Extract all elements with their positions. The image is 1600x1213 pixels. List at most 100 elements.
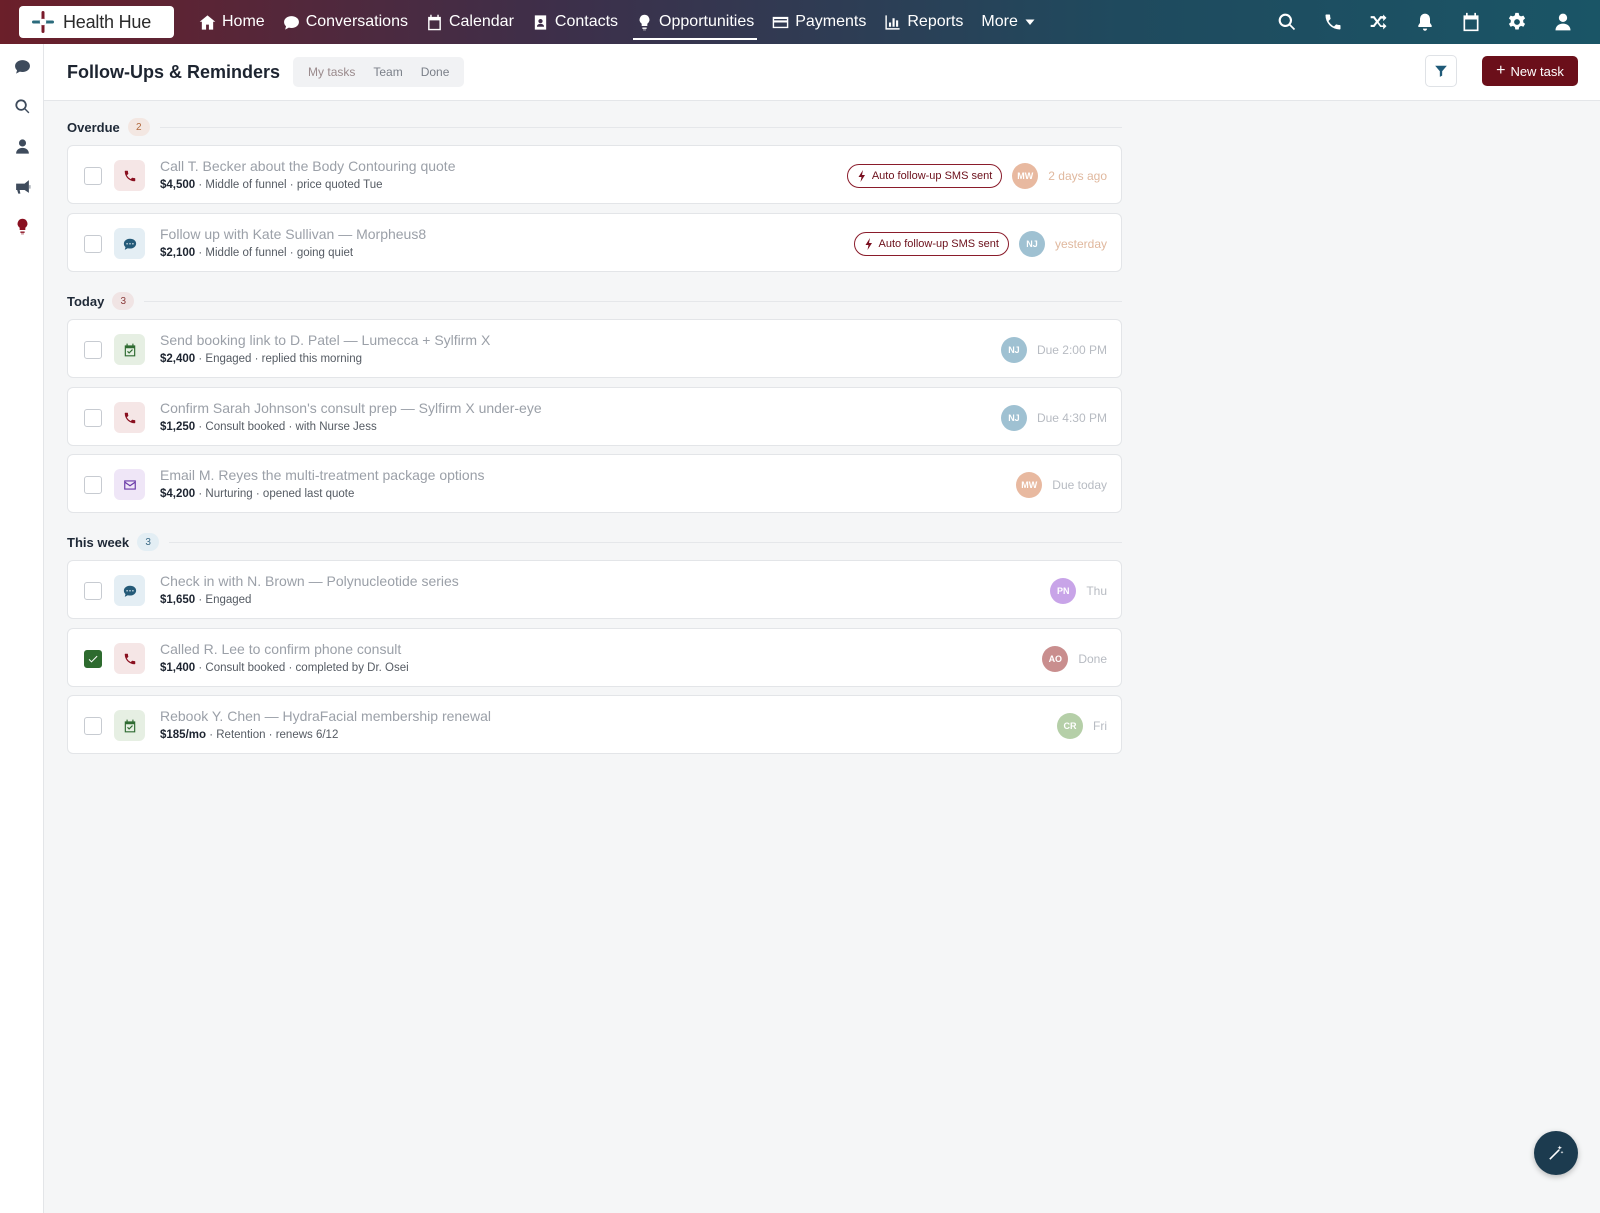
caret-down-icon [1025, 19, 1035, 25]
task-checkbox[interactable] [84, 409, 102, 427]
filter-button[interactable] [1425, 55, 1457, 87]
user-icon[interactable] [1540, 0, 1586, 44]
nav-item-more[interactable]: More [972, 0, 1044, 44]
task-title[interactable]: Send booking link to D. Patel — Lumecca … [160, 332, 490, 348]
contact-card-icon [534, 14, 547, 30]
task-checkbox[interactable] [84, 582, 102, 600]
task-title[interactable]: Rebook Y. Chen — HydraFacial membership … [160, 708, 491, 724]
phone-icon [124, 412, 135, 423]
assignee-avatar[interactable]: NJ [1000, 336, 1027, 363]
task-due: Fri [1093, 718, 1107, 733]
assignee-avatar[interactable]: NJ [1000, 404, 1027, 431]
task-card[interactable]: Email M. Reyes the multi-treatment packa… [67, 454, 1122, 513]
task-subtitle: $1,650 · Engaged [160, 594, 251, 606]
section-count-badge: 3 [137, 533, 160, 551]
phone-icon[interactable] [1310, 0, 1356, 44]
nav-label: Calendar [448, 13, 514, 30]
gear-icon[interactable] [1494, 0, 1540, 44]
main-nav: Home Conversations Calendar Contacts Opp… [190, 0, 1045, 44]
section-title: Today [67, 293, 105, 309]
assignee-avatar[interactable]: MW [1012, 162, 1039, 189]
page-header: Follow-Ups & Reminders My tasks Team Don… [44, 44, 1600, 101]
task-type-icon [114, 160, 145, 191]
nav-label: Opportunities [659, 13, 755, 30]
task-card[interactable]: Called R. Lee to confirm phone consult $1… [67, 628, 1122, 687]
task-card[interactable]: Follow up with Kate Sullivan — Morpheus8… [67, 213, 1122, 272]
assignee-avatar[interactable]: MW [1016, 471, 1043, 498]
task-card[interactable]: Check in with N. Brown — Polynucleotide … [67, 560, 1122, 619]
new-task-button[interactable]: + New task [1482, 56, 1578, 86]
task-amount: $2,400 [160, 353, 196, 365]
task-card[interactable]: Rebook Y. Chen — HydraFacial membership … [67, 695, 1122, 754]
brand-logo[interactable]: Health Hue [19, 6, 174, 38]
task-meta: NJ Due 2:00 PM [1000, 320, 1107, 379]
task-card[interactable]: Confirm Sarah Johnson's consult prep — S… [67, 387, 1122, 446]
nav-label: Reports [907, 13, 964, 30]
task-subtitle: $2,400 · Engaged · replied this morning [160, 353, 362, 365]
task-title[interactable]: Check in with N. Brown — Polynucleotide … [160, 573, 459, 589]
task-checkbox[interactable] [84, 167, 102, 185]
task-detail: · Engaged · replied this morning [195, 353, 363, 365]
assignee-avatar[interactable]: CR [1057, 712, 1083, 739]
search-icon[interactable] [1264, 0, 1310, 44]
section-title: This week [67, 534, 130, 550]
nav-item-conversations[interactable]: Conversations [274, 0, 417, 44]
user-icon[interactable] [0, 126, 44, 166]
task-amount: $2,100 [160, 247, 196, 259]
task-card[interactable]: Call T. Becker about the Body Contouring… [67, 145, 1122, 204]
section-divider [144, 300, 1122, 302]
magic-wand-button[interactable] [1534, 1131, 1578, 1175]
nav-item-calendar[interactable]: Calendar [417, 0, 523, 44]
task-meta: NJ Due 4:30 PM [1000, 388, 1107, 447]
new-task-label: New task [1510, 63, 1564, 79]
task-type-icon [114, 228, 145, 259]
task-checkbox[interactable] [84, 717, 102, 735]
shuffle-icon[interactable] [1356, 0, 1402, 44]
assignee-avatar[interactable]: NJ [1018, 230, 1045, 257]
nav-item-payments[interactable]: Payments [763, 0, 875, 44]
section-header: This week 3 [67, 532, 1122, 552]
task-title[interactable]: Called R. Lee to confirm phone consult [160, 641, 401, 657]
task-title[interactable]: Follow up with Kate Sullivan — Morpheus8 [160, 226, 426, 242]
task-card[interactable]: Send booking link to D. Patel — Lumecca … [67, 319, 1122, 378]
megaphone-icon[interactable] [0, 166, 44, 206]
envelope-icon [123, 479, 136, 490]
task-amount: $185/mo [160, 729, 207, 741]
task-checkbox[interactable] [84, 650, 102, 668]
calendar-icon[interactable] [1448, 0, 1494, 44]
bell-icon[interactable] [1402, 0, 1448, 44]
nav-item-contacts[interactable]: Contacts [523, 0, 627, 44]
task-type-icon [114, 402, 145, 433]
nav-item-reports[interactable]: Reports [875, 0, 972, 44]
task-title[interactable]: Email M. Reyes the multi-treatment packa… [160, 467, 484, 483]
lightbulb-icon[interactable] [0, 206, 44, 246]
bolt-icon [865, 237, 872, 250]
chat-icon[interactable] [0, 46, 44, 86]
task-detail: · Nurturing · opened last quote [195, 488, 355, 500]
task-detail: · Middle of funnel · going quiet [195, 247, 354, 259]
section-divider [169, 541, 1122, 543]
tab-done[interactable]: Done [412, 57, 459, 87]
task-title[interactable]: Confirm Sarah Johnson's consult prep — S… [160, 400, 542, 416]
auto-sms-label: Auto follow-up SMS sent [871, 169, 993, 182]
assignee-avatar[interactable]: PN [1050, 577, 1077, 604]
search-icon[interactable] [0, 86, 44, 126]
tab-my-tasks[interactable]: My tasks [299, 57, 364, 87]
task-title[interactable]: Call T. Becker about the Body Contouring… [160, 158, 455, 174]
tab-team[interactable]: Team [364, 57, 411, 87]
left-rail [0, 44, 44, 1213]
task-view-tabs: My tasks Team Done [293, 57, 465, 87]
task-checkbox[interactable] [84, 476, 102, 494]
task-detail: · Retention · renews 6/12 [206, 729, 339, 741]
assignee-avatar[interactable]: AO [1042, 645, 1069, 672]
nav-item-home[interactable]: Home [190, 0, 274, 44]
brand-mark-icon [31, 10, 55, 34]
task-checkbox[interactable] [84, 235, 102, 253]
task-due: Due 2:00 PM [1036, 342, 1107, 357]
task-detail: · Consult booked · with Nurse Jess [195, 421, 377, 433]
task-amount: $1,250 [160, 421, 196, 433]
task-meta: PN Thu [1050, 561, 1107, 620]
nav-item-opportunities[interactable]: Opportunities [627, 0, 763, 44]
task-checkbox[interactable] [84, 341, 102, 359]
section-count-badge: 3 [112, 292, 135, 310]
